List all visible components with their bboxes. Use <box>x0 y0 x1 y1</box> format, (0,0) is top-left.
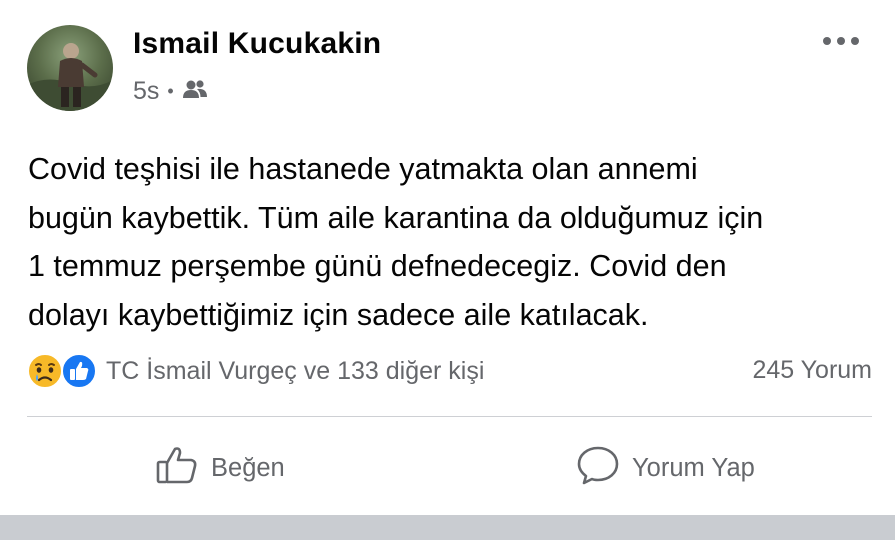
feed-separator <box>0 515 895 540</box>
thumbs-up-icon <box>155 445 199 492</box>
reaction-icons <box>26 352 102 390</box>
friends-icon[interactable] <box>182 77 208 106</box>
post-timestamp[interactable]: 5s <box>133 77 159 106</box>
like-reaction-icon <box>61 353 97 389</box>
sad-reaction-icon <box>27 353 63 389</box>
more-options-icon[interactable] <box>818 30 864 52</box>
comment-button[interactable]: Yorum Yap <box>576 440 755 496</box>
comment-count[interactable]: 245 Yorum <box>752 356 872 385</box>
comment-label: Yorum Yap <box>632 453 755 482</box>
like-label: Beğen <box>211 453 285 482</box>
feed-post: Ismail Kucukakin 5s • Covid teşhisi ile … <box>0 0 895 515</box>
profile-photo <box>27 43 113 111</box>
comment-icon <box>576 445 620 492</box>
like-button[interactable]: Beğen <box>155 440 285 496</box>
meta-separator: • <box>167 81 174 101</box>
divider <box>27 416 872 417</box>
avatar[interactable] <box>27 25 113 111</box>
reactions-summary[interactable]: TC İsmail Vurgeç ve 133 diğer kişi <box>26 351 484 391</box>
author-name[interactable]: Ismail Kucukakin <box>133 27 381 61</box>
post-meta: 5s • <box>133 76 208 106</box>
post-text: Covid teşhisi ile hastanede yatmakta ola… <box>28 152 764 332</box>
reaction-summary-text[interactable]: TC İsmail Vurgeç ve 133 diğer kişi <box>106 357 484 386</box>
